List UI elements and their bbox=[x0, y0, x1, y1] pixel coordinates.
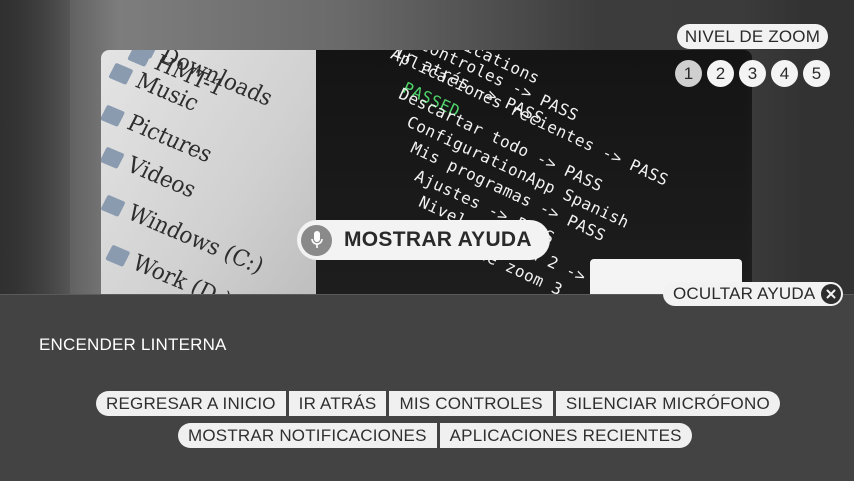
flashlight-command[interactable]: ENCENDER LINTERNA bbox=[39, 335, 227, 355]
recent-apps-command[interactable]: APLICACIONES RECIENTES bbox=[439, 423, 692, 448]
voice-command-panel bbox=[0, 294, 854, 481]
command-row-2: MOSTRAR NOTIFICACIONES APLICACIONES RECI… bbox=[178, 423, 692, 448]
folder-icon bbox=[101, 104, 126, 127]
zoom-level-3-button[interactable]: 3 bbox=[739, 60, 766, 87]
go-home-command[interactable]: REGRESAR A INICIO bbox=[96, 391, 286, 416]
command-row-1: REGRESAR A INICIO IR ATRÁS MIS CONTROLES… bbox=[96, 391, 780, 416]
zoom-level-5-button[interactable]: 5 bbox=[803, 60, 830, 87]
hide-help-label: OCULTAR AYUDA bbox=[673, 284, 816, 303]
zoom-level-label[interactable]: NIVEL DE ZOOM bbox=[677, 24, 828, 49]
mute-microphone-command[interactable]: SILENCIAR MICRÓFONO bbox=[555, 391, 780, 416]
folder-icon bbox=[101, 194, 126, 217]
folder-icon bbox=[101, 146, 125, 169]
zoom-level-4-button[interactable]: 4 bbox=[771, 60, 798, 87]
folder-icon bbox=[108, 62, 134, 85]
show-notifications-command[interactable]: MOSTRAR NOTIFICACIONES bbox=[178, 423, 437, 448]
microphone-icon bbox=[301, 224, 332, 256]
zoom-level-1-button[interactable]: 1 bbox=[675, 60, 702, 87]
go-back-command[interactable]: IR ATRÁS bbox=[288, 391, 387, 416]
zoom-level-2-button[interactable]: 2 bbox=[707, 60, 734, 87]
show-help-label: MOSTRAR AYUDA bbox=[344, 228, 532, 251]
show-help-button[interactable]: MOSTRAR AYUDA bbox=[297, 220, 550, 260]
folder-icon bbox=[105, 244, 131, 267]
hide-help-button[interactable]: OCULTAR AYUDA bbox=[663, 282, 844, 306]
viewfinder-shade-left bbox=[0, 0, 70, 294]
close-icon[interactable] bbox=[821, 284, 842, 304]
my-controls-command[interactable]: MIS CONTROLES bbox=[389, 391, 553, 416]
zoom-level-selector: 1 2 3 4 5 bbox=[675, 60, 830, 87]
